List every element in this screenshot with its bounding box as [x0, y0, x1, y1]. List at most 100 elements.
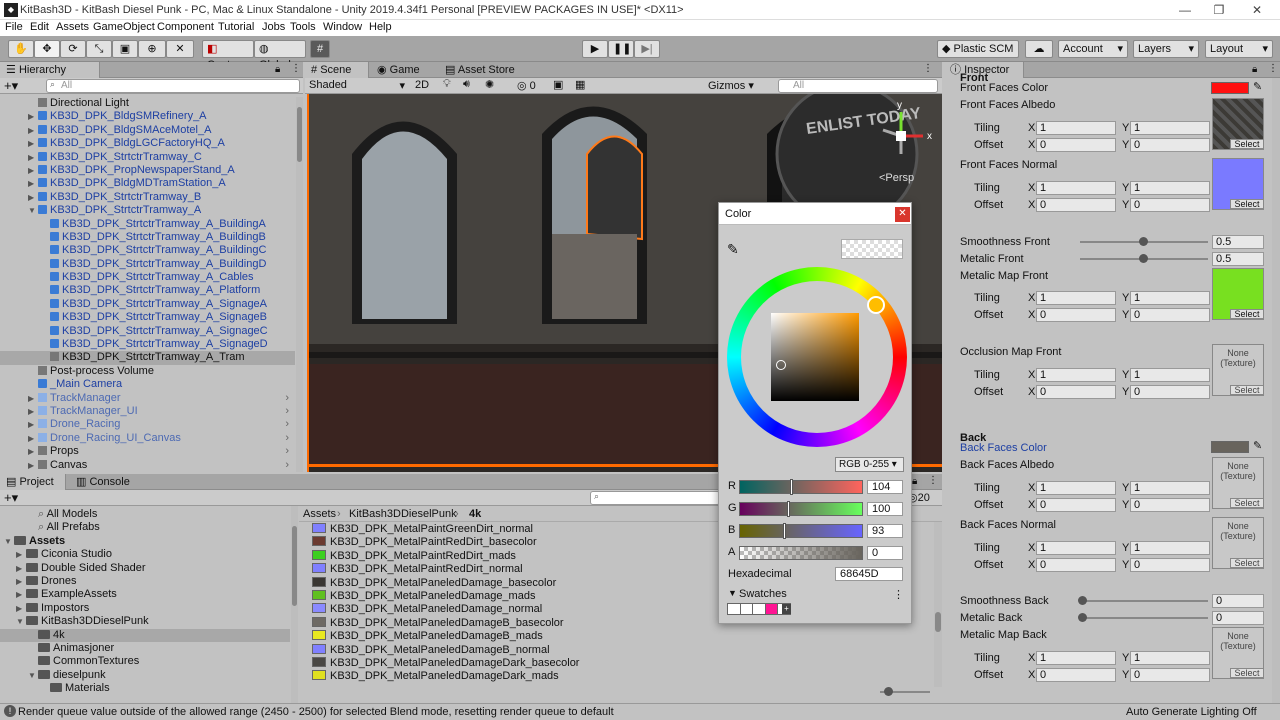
tiling-y-field[interactable]: 1 [1130, 291, 1210, 305]
expand-right-icon[interactable]: ▶ [16, 588, 26, 601]
account-dropdown[interactable]: Account ▾ [1058, 40, 1128, 58]
swatch-white[interactable] [728, 604, 741, 614]
menu-help[interactable]: Help [369, 21, 392, 33]
hierarchy-row[interactable]: KB3D_DPK_StrtctrTramway_A_SignageB [0, 311, 295, 324]
hierarchy-row[interactable]: KB3D_DPK_StrtctrTramway_A_SignageC [0, 325, 295, 338]
breadcrumb-4k[interactable]: 4k [469, 508, 481, 520]
project-tree-row[interactable]: ⌕ All Prefabs [0, 521, 290, 534]
offset-y-field[interactable]: 0 [1130, 308, 1210, 322]
play-button[interactable]: ▶ [582, 40, 608, 58]
hierarchy-row[interactable]: KB3D_DPK_StrtctrTramway_A_BuildingA [0, 218, 295, 231]
tab-console[interactable]: ▥ Console [70, 474, 136, 490]
hierarchy-row[interactable]: KB3D_DPK_StrtctrTramway_A_Platform [0, 284, 295, 297]
project-files-scrollbar[interactable] [934, 522, 942, 687]
lock-icon[interactable]: 🔒︎ [912, 476, 917, 487]
a-value-field[interactable]: 0 [867, 546, 903, 560]
tab-project[interactable]: ▤ Project [0, 474, 66, 490]
project-tree-row[interactable]: Animasjoner [0, 642, 290, 655]
b-slider[interactable] [739, 524, 863, 538]
camera-icon[interactable]: ▣ [553, 78, 563, 91]
eyedropper-icon[interactable]: ✎ [1253, 80, 1262, 93]
lock-icon[interactable]: 🔒︎ [1252, 64, 1257, 75]
expand-right-icon[interactable]: ▶ [28, 405, 38, 418]
tiling-x-field[interactable]: 1 [1036, 291, 1116, 305]
swatch-white[interactable] [740, 604, 754, 614]
r-slider-handle[interactable] [790, 479, 793, 495]
metalic-front-knob[interactable] [1139, 254, 1148, 263]
close-icon[interactable]: ✕ [1242, 2, 1272, 18]
lighting-status[interactable]: Auto Generate Lighting Off [1126, 704, 1257, 720]
expand-down-icon[interactable]: ▼ [28, 669, 38, 682]
back-faces-color-swatch[interactable] [1211, 441, 1249, 453]
expand-right-icon[interactable]: ▶ [28, 137, 38, 150]
hierarchy-row[interactable]: KB3D_DPK_StrtctrTramway_A_Cables [0, 271, 295, 284]
project-tree-row[interactable]: ⌕ All Models [0, 508, 290, 521]
hierarchy-search-input[interactable]: All [46, 79, 300, 93]
menu-edit[interactable]: Edit [30, 21, 49, 33]
rect-tool-icon[interactable]: ▣ [112, 40, 138, 58]
metalic-back-field[interactable]: 0 [1212, 611, 1264, 625]
g-slider-handle[interactable] [787, 501, 790, 517]
eyedropper-icon[interactable]: ✎ [727, 241, 739, 258]
r-value-field[interactable]: 104 [867, 480, 903, 494]
transform-tool-icon[interactable]: ⊕ [138, 40, 166, 58]
move-tool-icon[interactable]: ✥ [34, 40, 60, 58]
layers-dropdown[interactable]: Layers ▾ [1133, 40, 1199, 58]
expand-right-icon[interactable]: ▶ [28, 177, 38, 190]
tiling-x-field[interactable]: 1 [1036, 121, 1116, 135]
hierarchy-row[interactable]: ▶ Drone_Racing_UI_Canvas › [0, 432, 295, 445]
offset-y-field[interactable]: 0 [1130, 498, 1210, 512]
tiling-y-field[interactable]: 1 [1130, 541, 1210, 555]
hidden-objects-toggle[interactable]: ◎ 0 [517, 79, 536, 92]
menu-tools[interactable]: Tools [290, 21, 316, 33]
hierarchy-row[interactable]: ▶ KB3D_DPK_BldgSMRefinery_A [0, 110, 295, 123]
hierarchy-row[interactable]: KB3D_DPK_StrtctrTramway_A_BuildingC [0, 244, 295, 257]
breadcrumb-kitbash[interactable]: KitBash3DDieselPunk [349, 508, 457, 520]
color-mode-dropdown[interactable]: RGB 0-255 ▾ [835, 457, 904, 472]
inspector-scrollbar[interactable] [1272, 78, 1280, 703]
pivot-global-button[interactable]: ◍ Global [254, 40, 306, 71]
metalic-front-field[interactable]: 0.5 [1212, 252, 1264, 266]
hierarchy-row[interactable]: KB3D_DPK_StrtctrTramway_A_BuildingD [0, 258, 295, 271]
swatch-white[interactable] [753, 604, 766, 614]
hand-tool-icon[interactable]: ✋ [8, 40, 34, 58]
saturation-value-square[interactable] [771, 313, 859, 401]
hex-value-field[interactable]: 68645D [835, 567, 903, 581]
chevron-right-icon[interactable]: › [285, 418, 289, 431]
expand-right-icon[interactable]: ▶ [28, 164, 38, 177]
expand-right-icon[interactable]: ▶ [16, 575, 26, 588]
hierarchy-row[interactable]: _Main Camera [0, 378, 295, 391]
hierarchy-row[interactable]: Directional Light [0, 97, 295, 110]
pivot-center-button[interactable]: ◧ Center [202, 40, 254, 71]
cloud-icon[interactable]: ☁ [1025, 40, 1053, 58]
r-slider[interactable] [739, 480, 863, 494]
tiling-y-field[interactable]: 1 [1130, 481, 1210, 495]
hue-handle[interactable] [867, 296, 885, 314]
tab-asset-store[interactable]: ▤ Asset Store [439, 62, 521, 78]
expand-right-icon[interactable]: ▶ [28, 151, 38, 164]
tab-scene[interactable]: # Scene [305, 62, 369, 78]
expand-down-icon[interactable]: ▼ [16, 615, 26, 628]
add-icon[interactable]: +▾ [4, 490, 18, 506]
hierarchy-row[interactable]: ▶ Drone_Racing › [0, 418, 295, 431]
hierarchy-row[interactable]: KB3D_DPK_StrtctrTramway_A_Tram [0, 351, 295, 365]
2d-toggle[interactable]: 2D [415, 79, 429, 91]
smoothness-front-knob[interactable] [1139, 237, 1148, 246]
expand-down-icon[interactable]: ▼ [28, 204, 38, 217]
smoothness-back-slider[interactable] [1080, 600, 1208, 602]
shading-dropdown[interactable]: Shaded ▾ [309, 79, 405, 92]
b-value-field[interactable]: 93 [867, 524, 903, 538]
offset-y-field[interactable]: 0 [1130, 558, 1210, 572]
maximize-icon[interactable]: ❐ [1204, 2, 1234, 18]
file-row[interactable]: KB3D_DPK_MetalPaneledDamageDark_mads [312, 670, 932, 683]
offset-y-field[interactable]: 0 [1130, 385, 1210, 399]
project-tree-row[interactable]: ▼ Assets [0, 535, 290, 548]
rotate-tool-icon[interactable]: ⟳ [60, 40, 86, 58]
close-icon[interactable]: ✕ [895, 207, 910, 222]
minimize-icon[interactable]: — [1170, 2, 1200, 18]
add-swatch-icon[interactable]: + [782, 604, 791, 614]
g-slider[interactable] [739, 502, 863, 516]
kebab-menu-icon[interactable]: ⋮ [1268, 63, 1278, 74]
icon-size-knob[interactable] [884, 687, 893, 696]
a-slider[interactable] [739, 546, 863, 560]
